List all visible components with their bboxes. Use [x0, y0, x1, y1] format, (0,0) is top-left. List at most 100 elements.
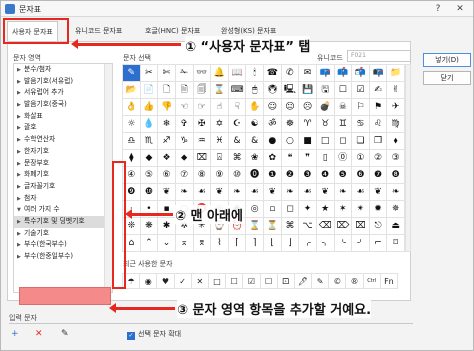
recent-char-cell[interactable]: ♥: [157, 274, 175, 289]
char-cell[interactable]: ⌅: [175, 235, 194, 252]
char-cell[interactable]: ⌌: [299, 235, 317, 252]
char-cell[interactable]: ✂: [140, 65, 159, 82]
char-cell[interactable]: ✠: [193, 116, 212, 133]
remove-icon[interactable]: ✕: [35, 329, 43, 339]
char-cell[interactable]: ❧: [175, 184, 194, 201]
char-cell[interactable]: ●: [264, 133, 282, 150]
char-cell[interactable]: ✹: [369, 201, 388, 218]
char-cell[interactable]: ❺: [334, 167, 353, 184]
char-cell[interactable]: ⌇: [211, 235, 229, 252]
category-item[interactable]: ▶ 화살표: [14, 111, 112, 123]
char-cell[interactable]: ⬧: [387, 133, 405, 150]
char-cell[interactable]: ⌊: [264, 235, 282, 252]
category-item[interactable]: ▶ 글자꼴기호: [14, 181, 112, 193]
category-scrollbar[interactable]: [104, 64, 112, 292]
char-cell[interactable]: 🗋: [158, 82, 176, 99]
category-item[interactable]: ▶ 첨자: [14, 193, 112, 205]
char-cell[interactable]: ◎: [246, 201, 264, 218]
char-cell[interactable]: ○: [281, 133, 300, 150]
char-cell[interactable]: ☸: [281, 116, 300, 133]
char-cell[interactable]: 🖫: [316, 82, 335, 99]
add-icon[interactable]: +: [11, 329, 19, 339]
char-cell[interactable]: ⌥: [299, 218, 317, 235]
category-item[interactable]: ▶ 분수/첨자: [14, 64, 112, 76]
category-item[interactable]: ▶ 서유럽어 추가: [14, 87, 112, 99]
char-cell[interactable]: ☙: [352, 184, 370, 201]
char-cell[interactable]: 👌: [123, 99, 141, 116]
char-cell[interactable]: ⌈: [228, 235, 247, 252]
char-cell[interactable]: ☝: [211, 99, 229, 116]
char-cell[interactable]: ⚐: [352, 99, 370, 116]
char-cell[interactable]: ❷: [281, 167, 300, 184]
recent-char-cell[interactable]: ☐: [226, 274, 244, 289]
char-cell[interactable]: ⌉: [246, 235, 264, 252]
char-cell[interactable]: ⌧: [193, 150, 212, 167]
category-item[interactable]: ▶ 한자기호: [14, 146, 112, 158]
char-cell[interactable]: ❿: [140, 184, 159, 201]
char-cell[interactable]: ☟: [228, 99, 247, 116]
category-item[interactable]: ▶ 발음기호(서유럽): [14, 76, 112, 88]
char-cell[interactable]: ⌛: [211, 82, 229, 99]
char-cell[interactable]: ①: [352, 150, 370, 167]
char-cell[interactable]: 📂: [123, 82, 141, 99]
char-cell[interactable]: □: [316, 133, 335, 150]
category-item[interactable]: ▶ 발음기호(중국): [14, 99, 112, 111]
recent-char-cell[interactable]: ☐: [260, 274, 278, 289]
char-cell[interactable]: ☙: [299, 184, 317, 201]
char-cell[interactable]: ✞: [175, 116, 194, 133]
char-cell[interactable]: ✌: [387, 82, 405, 99]
char-cell[interactable]: ❶: [264, 167, 282, 184]
char-cell[interactable]: 🖳: [281, 82, 300, 99]
char-cell[interactable]: ✿: [264, 150, 282, 167]
char-cell[interactable]: 📁: [387, 65, 405, 82]
char-cell[interactable]: ⏳: [264, 218, 282, 235]
char-cell[interactable]: 🖲: [264, 82, 282, 99]
new-category-slot[interactable]: [19, 287, 111, 305]
char-cell[interactable]: ✁: [175, 65, 194, 82]
char-cell[interactable]: ☼: [123, 116, 141, 133]
category-item[interactable]: ▶ 특수기호 및 딩벳기호: [14, 215, 112, 228]
char-cell[interactable]: 😐: [281, 99, 300, 116]
category-item[interactable]: ▼ 여러 가지 수: [14, 204, 112, 216]
recent-char-cell[interactable]: ✕: [191, 274, 209, 289]
char-cell[interactable]: ✦: [299, 201, 317, 218]
char-cell[interactable]: ♉: [316, 116, 335, 133]
char-cell[interactable]: ☪: [228, 116, 247, 133]
unicode-value-field[interactable]: F021: [347, 50, 411, 62]
chevron-right-icon[interactable]: ▶: [17, 252, 24, 264]
char-cell[interactable]: ☎: [264, 65, 282, 82]
char-cell[interactable]: 📄: [140, 82, 159, 99]
char-cell[interactable]: ❒: [369, 133, 388, 150]
char-cell[interactable]: ◻: [334, 133, 353, 150]
char-cell[interactable]: ❽: [387, 167, 405, 184]
edit-icon[interactable]: ✎: [61, 329, 69, 339]
char-cell[interactable]: ✶: [334, 201, 353, 218]
char-cell[interactable]: ॐ: [264, 116, 282, 133]
expand-checkbox[interactable]: ✓: [127, 332, 135, 340]
char-cell[interactable]: 🗐: [193, 82, 212, 99]
char-cell[interactable]: ❑: [352, 133, 370, 150]
char-cell[interactable]: ❀: [246, 150, 264, 167]
char-cell[interactable]: ✉: [299, 65, 317, 82]
char-cell[interactable]: 📖: [228, 65, 247, 82]
char-cell[interactable]: ◆: [140, 150, 159, 167]
char-cell[interactable]: ⚑: [369, 99, 388, 116]
char-cell[interactable]: ⌍: [316, 235, 335, 252]
help-icon[interactable]: ?: [431, 3, 445, 15]
char-cell[interactable]: 📫: [334, 65, 353, 82]
char-cell[interactable]: ⑤: [140, 167, 159, 184]
recent-char-cell[interactable]: ◉: [140, 274, 158, 289]
recent-char-cell[interactable]: ✎: [312, 274, 330, 289]
char-cell[interactable]: ♏: [140, 133, 159, 150]
recent-char-cell[interactable]: ©: [329, 274, 347, 289]
char-cell[interactable]: ⬥: [175, 150, 194, 167]
char-cell[interactable]: ⌑: [387, 235, 405, 252]
char-cell[interactable]: ❦: [316, 184, 335, 201]
char-cell[interactable]: ②: [369, 150, 388, 167]
tab-unicode-charmap[interactable]: 유니코드 문자표: [71, 24, 126, 39]
char-cell[interactable]: ❦: [369, 184, 388, 201]
char-cell[interactable]: ⌛: [246, 218, 264, 235]
char-cell[interactable]: ✍: [369, 82, 388, 99]
char-cell[interactable]: ✆: [281, 65, 300, 82]
char-cell[interactable]: ☑: [352, 82, 370, 99]
